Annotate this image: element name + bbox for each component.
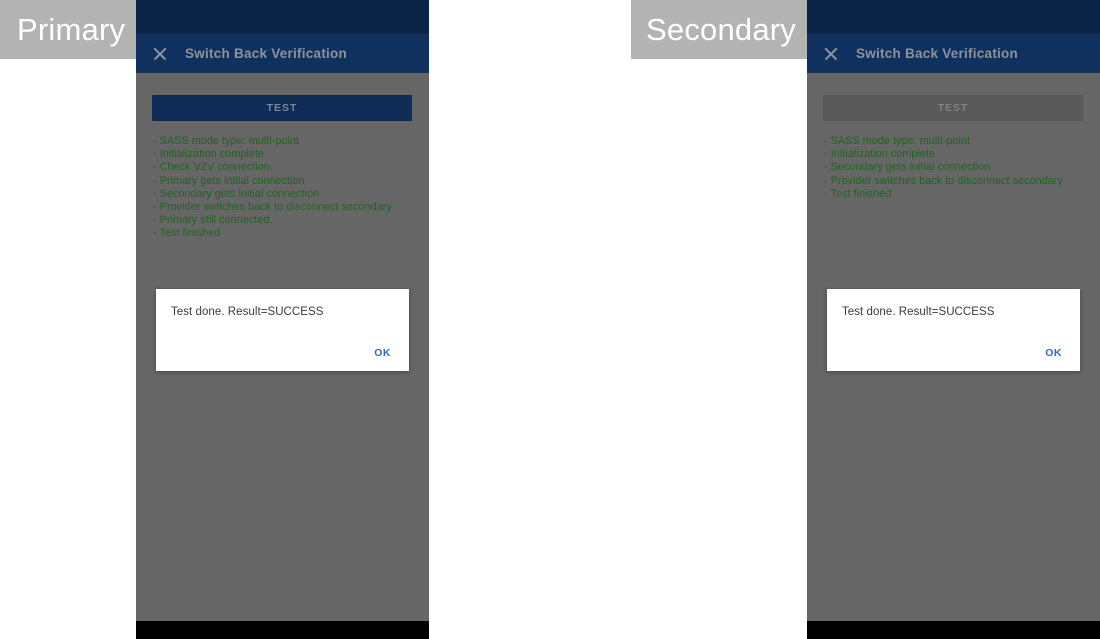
log-line: - Secondary gets initial connection [153, 187, 320, 200]
log-line: - Test finished [824, 187, 892, 200]
system-nav-bar-secondary [807, 621, 1100, 639]
dialog-message: Test done. Result=SUCCESS [842, 306, 995, 318]
app-bar-primary: Switch Back Verification [136, 34, 429, 73]
caption-secondary: Secondary [631, 0, 807, 59]
close-icon[interactable] [821, 44, 841, 64]
caption-primary: Primary [0, 0, 136, 59]
content-area-secondary: TEST - SASS mode type: multi-point - Ini… [807, 73, 1100, 621]
log-line: - SASS mode type: multi-point [153, 135, 300, 147]
log-line: - Initialization complete [153, 148, 265, 161]
status-bar-secondary [807, 0, 1100, 34]
log-output-secondary: - SASS mode type: multi-point - Initiali… [824, 135, 1094, 201]
device-screen-primary: Switch Back Verification TEST - SASS mod… [136, 0, 429, 639]
system-nav-bar-primary [136, 621, 429, 639]
log-output-primary: - SASS mode type: multi-point - Initiali… [153, 135, 423, 241]
result-dialog-secondary: Test done. Result=SUCCESS OK [827, 289, 1080, 371]
log-line: - Provider switches back to disconnect s… [824, 174, 1063, 187]
dialog-ok-button[interactable]: OK [1041, 345, 1066, 361]
dialog-message: Test done. Result=SUCCESS [171, 306, 324, 318]
log-line: - Initialization complete [824, 148, 936, 161]
dialog-ok-button[interactable]: OK [370, 345, 395, 361]
test-button: TEST [823, 95, 1083, 121]
test-button[interactable]: TEST [152, 95, 412, 121]
log-line: - Check V2V connection. [153, 161, 273, 174]
app-bar-secondary: Switch Back Verification [807, 34, 1100, 73]
log-line: - Provider switches back to disconnect s… [153, 201, 392, 214]
content-area-primary: TEST - SASS mode type: multi-point - Ini… [136, 73, 429, 621]
status-bar-primary [136, 0, 429, 34]
close-icon[interactable] [150, 44, 170, 64]
log-line: - Test finished [153, 227, 221, 240]
app-bar-title: Switch Back Verification [856, 46, 1019, 61]
device-screen-secondary: Switch Back Verification TEST - SASS mod… [807, 0, 1100, 639]
result-dialog-primary: Test done. Result=SUCCESS OK [156, 289, 409, 371]
log-line: - SASS mode type: multi-point [824, 135, 971, 147]
log-line: - Primary gets initial connection [153, 174, 305, 187]
app-bar-title: Switch Back Verification [185, 46, 348, 61]
log-line: - Primary still connected. [153, 214, 273, 227]
log-line: - Secondary gets initial connection [824, 161, 991, 174]
